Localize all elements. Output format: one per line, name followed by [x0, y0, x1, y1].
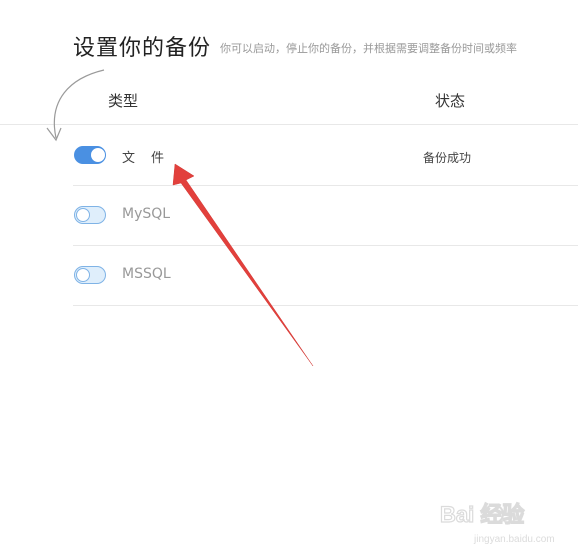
curved-arrow-head-icon — [46, 127, 62, 142]
row-label-mssql: MSSQL — [122, 266, 171, 282]
row-label-mysql: MySQL — [122, 206, 171, 222]
table-row-mysql: MySQL — [73, 185, 578, 246]
watermark-text: Bai 经验 — [440, 502, 524, 527]
watermark-url: jingyan.baidu.com — [473, 534, 555, 545]
toggle-knob — [91, 148, 105, 162]
column-header-status: 状态 — [435, 92, 466, 110]
file-backup-toggle[interactable] — [74, 146, 106, 164]
backup-settings-page: 设置你的备份 你可以启动，停止你的备份，并根据需要调整备份时间或频率 类型 状态… — [0, 0, 578, 554]
row-status-file: 备份成功 — [423, 151, 472, 165]
toggle-knob — [76, 268, 90, 282]
toggle-knob — [76, 208, 90, 222]
table-row-mssql: MSSQL — [73, 245, 578, 306]
paw-logo-icon — [484, 504, 504, 524]
row-label-file: 文件 — [122, 151, 181, 166]
table-row-file: 文件 备份成功 — [73, 125, 578, 186]
mssql-backup-toggle[interactable] — [74, 266, 106, 284]
mysql-backup-toggle[interactable] — [74, 206, 106, 224]
page-title: 设置你的备份 — [73, 36, 212, 61]
column-header-type: 类型 — [108, 92, 139, 110]
page-subtitle: 你可以启动，停止你的备份，并根据需要调整备份时间或频率 — [220, 42, 517, 55]
